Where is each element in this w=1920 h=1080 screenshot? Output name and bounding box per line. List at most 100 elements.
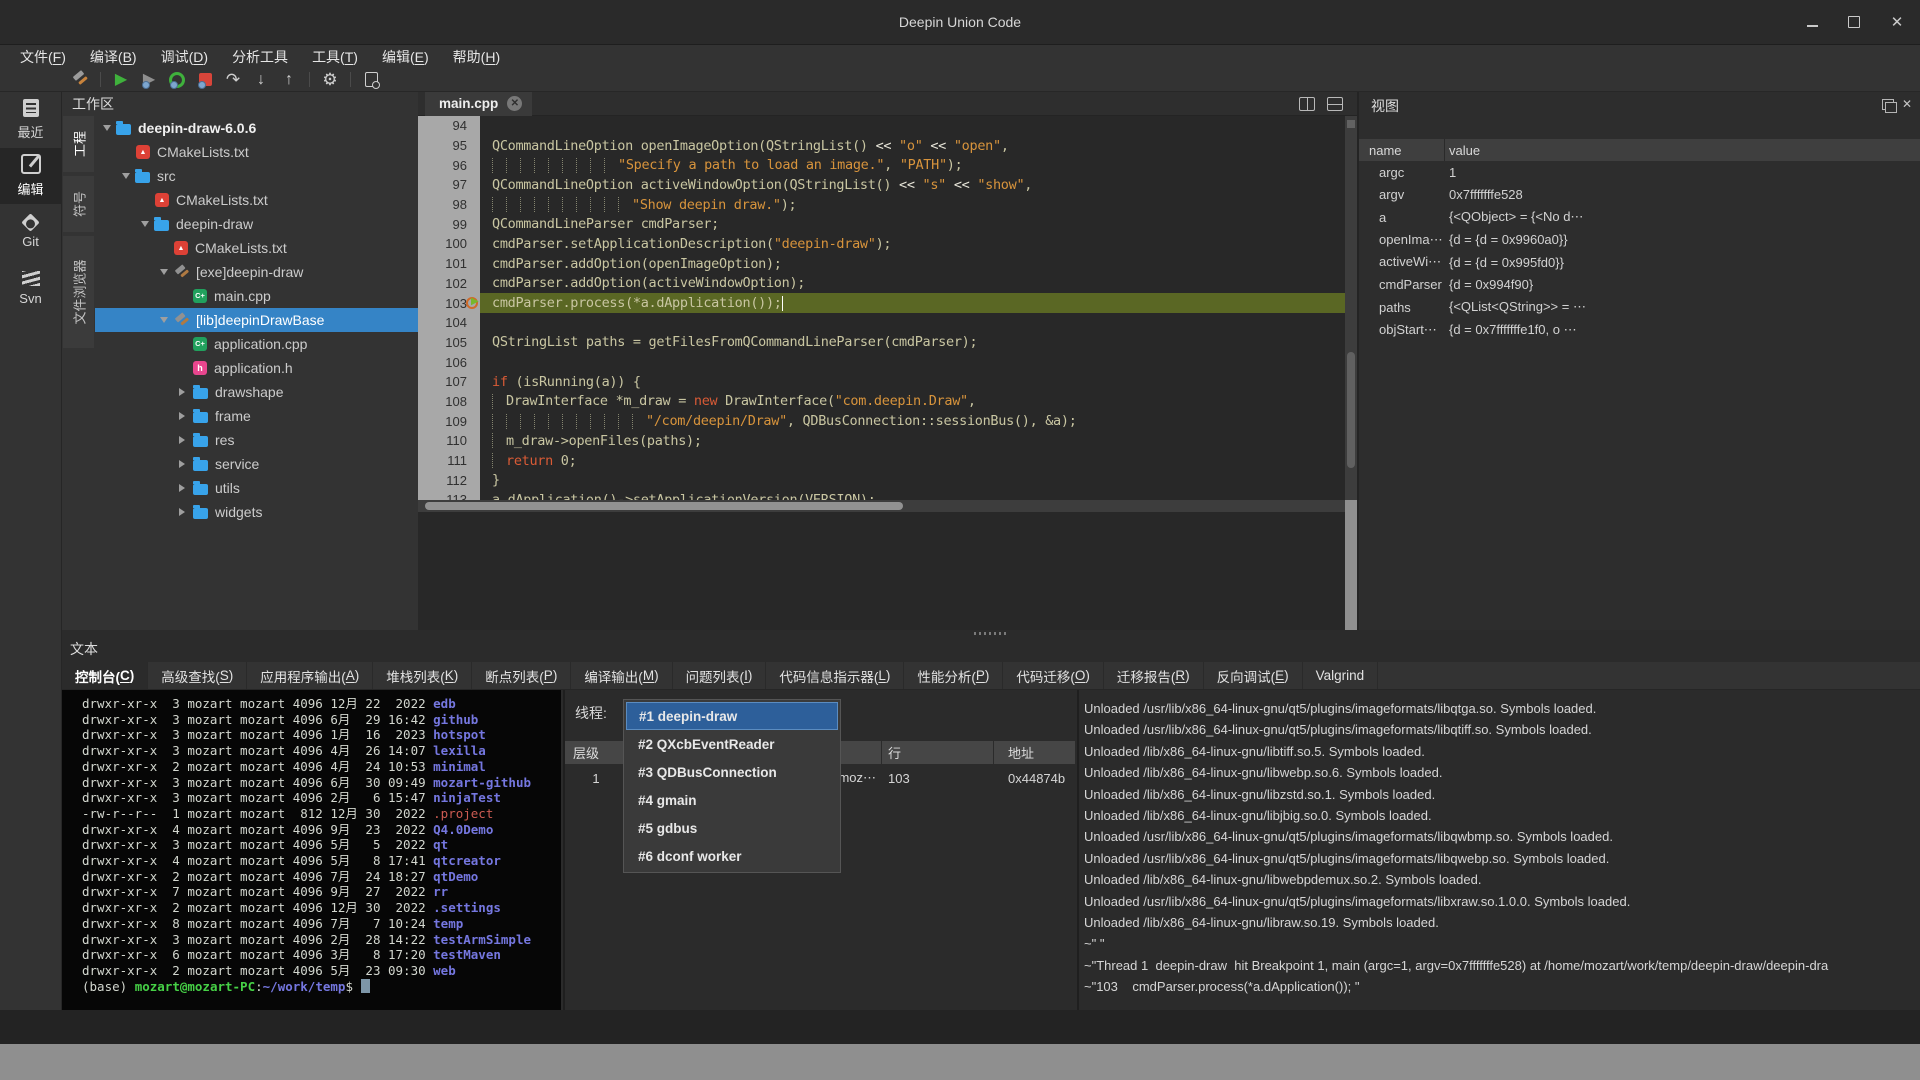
step-out-button[interactable]: [275, 69, 303, 91]
maximize-icon[interactable]: [1848, 16, 1860, 28]
line-number-gutter[interactable]: 103: [418, 293, 480, 313]
build-button[interactable]: [66, 69, 94, 91]
editor-tab-main-cpp[interactable]: main.cpp ✕: [425, 92, 532, 116]
tree-item[interactable]: deepin-draw-6.0.6: [95, 116, 418, 140]
line-number-gutter[interactable]: 104: [418, 313, 480, 333]
thread-item-3[interactable]: #3 QDBusConnection: [626, 758, 838, 786]
variable-row[interactable]: activeWi⋯{d = {d = 0x995fd0}}: [1359, 251, 1920, 274]
menu-item-3[interactable]: 调试(D): [149, 45, 220, 69]
split-vertical-icon[interactable]: [1299, 97, 1315, 111]
code-line[interactable]: 111return 0;: [418, 451, 1345, 471]
line-number-gutter[interactable]: 109: [418, 411, 480, 431]
editor-vertical-scrollbar[interactable]: [1345, 116, 1357, 500]
collapse-arrow-icon[interactable]: [122, 173, 130, 179]
code-line[interactable]: 113a.dApplication()->setApplicationVersi…: [418, 490, 1345, 500]
variable-row[interactable]: a{<QObject> = {<No d⋯: [1359, 206, 1920, 229]
code-line[interactable]: 94: [418, 116, 1345, 136]
expand-arrow-icon[interactable]: [179, 460, 185, 468]
tree-item[interactable]: main.cpp: [95, 284, 418, 308]
collapse-arrow-icon[interactable]: [103, 125, 111, 131]
bottom-tab-9[interactable]: 性能分析(P): [904, 662, 1003, 689]
sidebar-item-recent[interactable]: 最近: [0, 92, 61, 148]
bottom-tab-10[interactable]: 代码迁移(O): [1003, 662, 1104, 689]
tree-item[interactable]: drawshape: [95, 380, 418, 404]
code-line[interactable]: 100cmdParser.setApplicationDescription("…: [418, 234, 1345, 254]
code-line[interactable]: 101cmdParser.addOption(openImageOption);: [418, 254, 1345, 274]
workspace-tab-1[interactable]: 工程: [63, 116, 94, 172]
line-number-gutter[interactable]: 113: [418, 490, 480, 500]
line-number-gutter[interactable]: 110: [418, 431, 480, 451]
bottom-tab-7[interactable]: 问题列表(I): [673, 662, 767, 689]
line-number-gutter[interactable]: 102: [418, 274, 480, 294]
bottom-tab-5[interactable]: 断点列表(P): [472, 662, 571, 689]
menu-item-4[interactable]: 分析工具: [220, 45, 300, 69]
expand-arrow-icon[interactable]: [179, 484, 185, 492]
expand-arrow-icon[interactable]: [179, 412, 185, 420]
bottom-tab-3[interactable]: 应用程序输出(A): [247, 662, 373, 689]
close-panel-icon[interactable]: ✕: [1902, 98, 1912, 110]
expand-arrow-icon[interactable]: [179, 436, 185, 444]
tree-item[interactable]: [lib]deepinDrawBase: [95, 308, 418, 332]
line-number-gutter[interactable]: 111: [418, 451, 480, 471]
close-tab-icon[interactable]: ✕: [507, 96, 522, 111]
debug-attach-button[interactable]: [135, 69, 163, 91]
code-editor[interactable]: 9495QCommandLineOption openImageOption(Q…: [418, 116, 1345, 500]
workspace-tab-3[interactable]: 文件浏览器: [63, 236, 94, 348]
workspace-tab-2[interactable]: 符号: [63, 176, 94, 232]
step-into-button[interactable]: [247, 69, 275, 91]
code-line[interactable]: 104: [418, 313, 1345, 333]
bottom-tab-4[interactable]: 堆栈列表(K): [373, 662, 472, 689]
debug-run-button[interactable]: [107, 69, 135, 91]
line-number-gutter[interactable]: 100: [418, 234, 480, 254]
collapse-arrow-icon[interactable]: [160, 269, 168, 275]
line-number-gutter[interactable]: 94: [418, 116, 480, 136]
terminal[interactable]: drwxr-xr-x 3 mozart mozart 4096 12月 22 2…: [62, 690, 561, 1010]
line-number-gutter[interactable]: 96: [418, 155, 480, 175]
menu-item-5[interactable]: 工具(T): [300, 45, 370, 69]
code-line[interactable]: 102cmdParser.addOption(activeWindowOptio…: [418, 274, 1345, 294]
undock-icon[interactable]: [1882, 99, 1894, 110]
editor-horizontal-scrollbar[interactable]: [418, 500, 1345, 512]
menu-item-2[interactable]: 编译(B): [78, 45, 149, 69]
sidebar-item-git[interactable]: Git: [0, 204, 61, 260]
split-horizontal-icon[interactable]: [1327, 97, 1343, 111]
collapse-arrow-icon[interactable]: [160, 317, 168, 323]
menu-item-7[interactable]: 帮助(H): [441, 45, 512, 69]
tree-item[interactable]: src: [95, 164, 418, 188]
code-line[interactable]: 110m_draw->openFiles(paths);: [418, 431, 1345, 451]
debug-stop-button[interactable]: [191, 69, 219, 91]
scrollbar-thumb[interactable]: [425, 502, 903, 510]
variable-row[interactable]: paths{<QList<QString>> = ⋯: [1359, 296, 1920, 319]
code-line[interactable]: 105QStringList paths = getFilesFromQComm…: [418, 333, 1345, 353]
variable-row[interactable]: argv0x7fffffffe528: [1359, 184, 1920, 207]
thread-item-4[interactable]: #4 gmain: [626, 786, 838, 814]
thread-item-2[interactable]: #2 QXcbEventReader: [626, 730, 838, 758]
settings-button[interactable]: [316, 69, 344, 91]
code-line[interactable]: 95QCommandLineOption openImageOption(QSt…: [418, 136, 1345, 156]
tree-item[interactable]: service: [95, 452, 418, 476]
code-line[interactable]: 97QCommandLineOption activeWindowOption(…: [418, 175, 1345, 195]
line-number-gutter[interactable]: 105: [418, 333, 480, 353]
tree-item[interactable]: widgets: [95, 500, 418, 524]
tree-item[interactable]: deepin-draw: [95, 212, 418, 236]
close-window-icon[interactable]: ✕: [1890, 15, 1904, 29]
step-over-button[interactable]: [219, 69, 247, 91]
scrollbar-thumb[interactable]: [1347, 352, 1355, 468]
line-number-gutter[interactable]: 95: [418, 136, 480, 156]
line-number-gutter[interactable]: 97: [418, 175, 480, 195]
bottom-tab-6[interactable]: 编译输出(M): [571, 662, 672, 689]
sidebar-item-svn[interactable]: Svn: [0, 260, 61, 316]
expand-arrow-icon[interactable]: [179, 508, 185, 516]
terminal-prompt[interactable]: (base) mozart@mozart-PC:~/work/temp$: [82, 979, 561, 995]
menu-item-6[interactable]: 编辑(E): [370, 45, 441, 69]
tree-item[interactable]: CMakeLists.txt: [95, 236, 418, 260]
tree-item[interactable]: res: [95, 428, 418, 452]
line-number-gutter[interactable]: 107: [418, 372, 480, 392]
tree-item[interactable]: frame: [95, 404, 418, 428]
tree-item[interactable]: CMakeLists.txt: [95, 188, 418, 212]
code-line[interactable]: 106: [418, 352, 1345, 372]
code-line[interactable]: 98"Show deepin draw.");: [418, 195, 1345, 215]
code-line[interactable]: 99QCommandLineParser cmdParser;: [418, 214, 1345, 234]
code-line[interactable]: 108DrawInterface *m_draw = new DrawInter…: [418, 392, 1345, 412]
breakpoint-current-line-icon[interactable]: [466, 296, 479, 309]
